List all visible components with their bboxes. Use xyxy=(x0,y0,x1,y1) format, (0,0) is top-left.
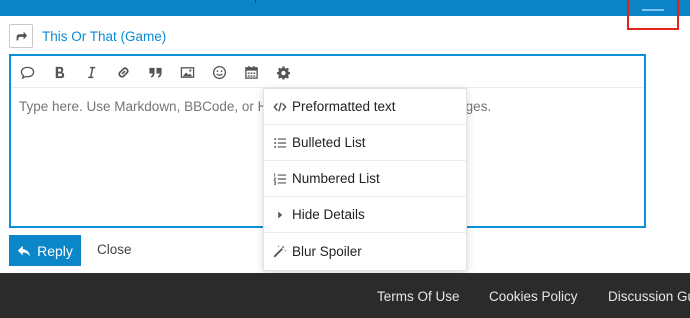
footer-link-terms-of-use[interactable]: Terms Of Use xyxy=(377,289,460,304)
calendar-icon xyxy=(244,65,258,79)
magic-wand-icon xyxy=(272,243,288,259)
quote-icon xyxy=(20,66,34,79)
code-icon xyxy=(272,99,288,115)
image-icon xyxy=(180,66,194,78)
menu-item-bulleted-list[interactable]: Bulleted List xyxy=(264,125,466,161)
menu-item-label: Bulleted List xyxy=(292,135,366,150)
bold-button[interactable] xyxy=(48,61,70,83)
menu-item-numbered-list[interactable]: Numbered List xyxy=(264,161,466,197)
emoji-button[interactable] xyxy=(208,61,230,83)
gear-icon xyxy=(276,65,290,80)
reply-to-row: This Or That (Game) xyxy=(9,24,166,48)
composer-page: This Or That (Game) Type here. Use Markd… xyxy=(0,0,690,318)
footer-link-cookies-policy[interactable]: Cookies Policy xyxy=(489,289,578,304)
italic-button[interactable] xyxy=(80,61,102,83)
blockquote-icon xyxy=(148,67,162,78)
reply-arrow-icon xyxy=(17,245,31,256)
options-dropdown-menu: Preformatted text Bulleted List Numbered… xyxy=(263,88,467,271)
reply-button[interactable]: Reply xyxy=(9,235,81,266)
link-button[interactable] xyxy=(112,61,134,83)
link-icon xyxy=(117,66,129,78)
site-footer: Terms Of Use Cookies Policy Discussion G… xyxy=(0,273,690,318)
footer-link-discussion-guidelines[interactable]: Discussion Guidelines xyxy=(608,289,690,304)
reply-button-label: Reply xyxy=(37,242,73,259)
share-arrow-icon xyxy=(16,31,28,41)
menu-item-preformatted-text[interactable]: Preformatted text xyxy=(264,89,466,125)
menu-item-label: Hide Details xyxy=(292,207,365,222)
menu-item-label: Preformatted text xyxy=(292,99,396,114)
topic-title-link[interactable]: This Or That (Game) xyxy=(42,29,166,44)
menu-item-blur-spoiler[interactable]: Blur Spoiler xyxy=(264,233,466,269)
menu-item-label: Numbered List xyxy=(292,171,380,186)
top-header-bar xyxy=(0,0,690,16)
hamburger-icon xyxy=(642,9,664,11)
editor-toolbar xyxy=(11,56,644,88)
italic-icon xyxy=(87,66,95,78)
bold-icon xyxy=(55,66,64,78)
quote-button[interactable] xyxy=(16,61,38,83)
menu-item-label: Blur Spoiler xyxy=(292,243,362,259)
header-divider xyxy=(255,0,256,3)
bulleted-list-icon xyxy=(272,135,288,151)
hamburger-menu-button[interactable] xyxy=(627,0,679,30)
share-arrow-button[interactable] xyxy=(9,24,33,48)
menu-item-hide-details[interactable]: Hide Details xyxy=(264,197,466,233)
calendar-button[interactable] xyxy=(240,61,262,83)
options-gear-button[interactable] xyxy=(272,61,294,83)
emoji-icon xyxy=(212,65,226,79)
image-upload-button[interactable] xyxy=(176,61,198,83)
close-button[interactable]: Close xyxy=(97,242,132,257)
caret-right-icon xyxy=(272,207,288,223)
numbered-list-icon xyxy=(272,171,288,187)
blockquote-button[interactable] xyxy=(144,61,166,83)
